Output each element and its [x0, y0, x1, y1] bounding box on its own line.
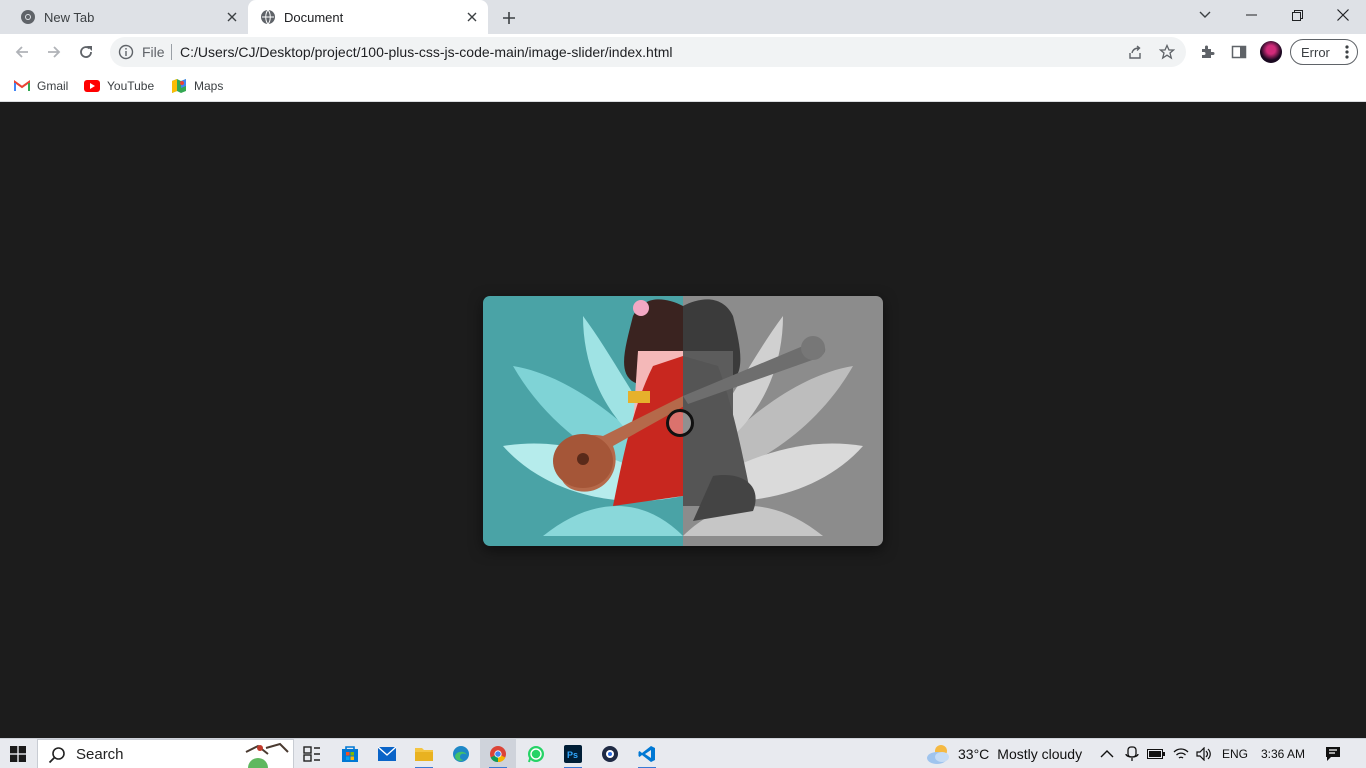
divider — [171, 44, 172, 60]
taskbar-search[interactable]: Search — [37, 739, 294, 768]
tab-title: Document — [284, 9, 344, 25]
bookmark-star-icon[interactable] — [1159, 44, 1175, 60]
new-tab-button[interactable] — [498, 7, 520, 29]
profile-avatar[interactable] — [1260, 41, 1282, 63]
profile-error-button[interactable]: Error — [1290, 39, 1358, 65]
file-explorer-icon[interactable] — [406, 739, 442, 768]
close-icon[interactable] — [222, 7, 242, 27]
bookmark-label: Maps — [194, 79, 224, 93]
browser-toolbar: File C:/Users/CJ/Desktop/project/100-plu… — [0, 34, 1366, 70]
battery-icon[interactable] — [1147, 739, 1165, 768]
reload-icon[interactable] — [72, 38, 100, 66]
tab-title: New Tab — [44, 9, 95, 25]
weather-condition: Mostly cloudy — [997, 746, 1083, 762]
menu-icon — [1345, 45, 1349, 59]
svg-text:Ps: Ps — [567, 750, 578, 760]
app-icon[interactable] — [592, 739, 628, 768]
task-view-icon[interactable] — [294, 739, 330, 768]
address-bar[interactable]: File C:/Users/CJ/Desktop/project/100-plu… — [110, 37, 1186, 67]
share-icon[interactable] — [1127, 44, 1143, 60]
youtube-icon — [84, 78, 100, 94]
bookmark-label: YouTube — [107, 79, 155, 93]
bookmarks-bar: Gmail YouTube Maps — [0, 70, 1366, 102]
slider-handle[interactable] — [666, 409, 694, 437]
close-icon[interactable] — [462, 7, 482, 27]
chrome-taskbar-icon[interactable] — [480, 739, 516, 768]
meet-icon[interactable] — [1125, 739, 1139, 768]
error-label: Error — [1301, 44, 1330, 60]
image-compare-slider[interactable] — [483, 296, 883, 546]
search-placeholder: Search — [76, 746, 124, 763]
back-icon[interactable] — [8, 38, 36, 66]
page-viewport — [0, 103, 1366, 738]
store-icon[interactable] — [332, 739, 368, 768]
partly-cloudy-icon — [927, 745, 949, 764]
bookmark-label: Gmail — [37, 79, 69, 93]
tab-strip: New Tab Document — [0, 0, 1366, 34]
url-text[interactable]: C:/Users/CJ/Desktop/project/100-plus-css… — [180, 44, 673, 60]
wifi-icon[interactable] — [1173, 739, 1189, 768]
globe-icon — [260, 9, 276, 25]
restore-icon[interactable] — [1274, 0, 1320, 30]
tab-new-tab[interactable]: New Tab — [8, 0, 248, 34]
extensions-icon[interactable] — [1197, 42, 1217, 62]
weather-widget[interactable]: 33°C Mostly cloudy — [926, 739, 1082, 768]
forward-icon[interactable] — [40, 38, 68, 66]
windows-taskbar: Search Ps 33°C Mostly cloudy ENG 3:36 AM — [0, 738, 1366, 768]
bookmark-gmail[interactable]: Gmail — [14, 77, 68, 95]
maps-icon — [171, 78, 187, 94]
vscode-icon[interactable] — [629, 739, 665, 768]
side-panel-icon[interactable] — [1229, 42, 1249, 62]
input-language[interactable]: ENG — [1222, 739, 1248, 768]
chrome-icon — [20, 9, 36, 25]
minimize-icon[interactable] — [1228, 0, 1274, 30]
edge-icon[interactable] — [443, 739, 479, 768]
whatsapp-icon[interactable] — [518, 739, 554, 768]
weather-temp: 33°C — [958, 746, 990, 762]
bookmark-maps[interactable]: Maps — [171, 77, 223, 95]
photoshop-icon[interactable]: Ps — [555, 739, 591, 768]
search-icon — [48, 747, 65, 764]
show-hidden-icons-icon[interactable] — [1100, 739, 1114, 768]
mail-icon[interactable] — [369, 739, 405, 768]
gmail-icon — [14, 78, 30, 94]
volume-icon[interactable] — [1196, 739, 1212, 768]
tab-document[interactable]: Document — [248, 0, 488, 34]
windows-start-icon[interactable] — [0, 739, 36, 768]
info-icon[interactable] — [118, 44, 134, 60]
close-window-icon[interactable] — [1320, 0, 1366, 30]
clock[interactable]: 3:36 AM — [1261, 739, 1305, 768]
scheme-label: File — [142, 44, 165, 60]
bookmark-youtube[interactable]: YouTube — [84, 77, 154, 95]
tab-search-icon[interactable] — [1182, 0, 1228, 30]
search-highlight-illustration-icon — [245, 742, 289, 768]
notifications-icon[interactable] — [1325, 739, 1341, 768]
